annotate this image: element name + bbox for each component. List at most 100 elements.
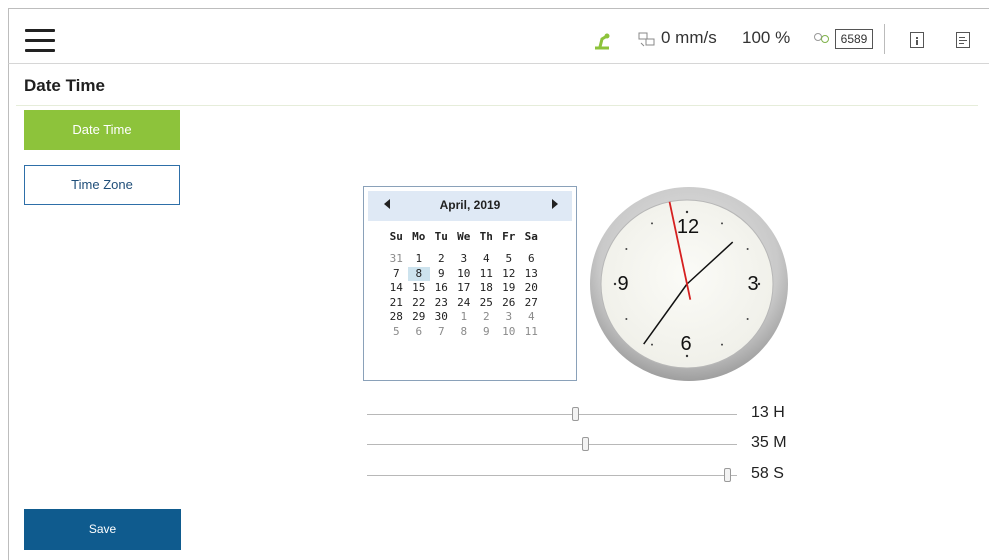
clock-tick [721, 222, 723, 225]
calendar-day[interactable]: 30 [430, 310, 453, 325]
calendar-header: April, 2019 [368, 191, 572, 221]
clock-numeral-3: 3 [747, 273, 758, 295]
calendar-week-row: 21 22 23 24 25 26 27 [385, 296, 543, 311]
clock-tick [746, 318, 749, 320]
calendar-day[interactable]: 12 [498, 267, 521, 282]
clock-numeral-9: 9 [617, 273, 628, 295]
calendar-day[interactable]: 1 [408, 252, 431, 267]
calendar-day[interactable]: 1 [453, 310, 476, 325]
frame-left-border [8, 64, 9, 560]
calendar-day[interactable]: 11 [475, 267, 498, 282]
calendar-day[interactable]: 2 [430, 252, 453, 267]
info-icon[interactable] [910, 32, 924, 48]
calendar-day[interactable]: 6 [520, 252, 543, 267]
weekday-label: We [457, 230, 471, 243]
slider-track[interactable] [367, 444, 737, 445]
calendar-day[interactable]: 3 [453, 252, 476, 267]
log-icon[interactable] [956, 32, 970, 48]
calendar-day[interactable]: 16 [430, 281, 453, 296]
calendar-day[interactable]: 23 [430, 296, 453, 311]
calendar-month-label[interactable]: April, 2019 [368, 198, 572, 212]
clock-tick [625, 318, 628, 320]
calendar-day[interactable]: 2 [475, 310, 498, 325]
nav-time-zone-button[interactable]: Time Zone [24, 165, 180, 205]
calendar-day[interactable]: 21 [385, 296, 408, 311]
calendar-day[interactable]: 31 [385, 252, 408, 267]
calendar-week-row: 5 6 7 8 9 10 11 [385, 325, 543, 340]
calendar-day[interactable]: 15 [408, 281, 431, 296]
clock-tick [625, 248, 628, 250]
calendar-day[interactable]: 19 [498, 281, 521, 296]
weekday-label: Tu [434, 230, 448, 243]
calendar-day[interactable]: 5 [498, 252, 521, 267]
next-month-icon[interactable] [552, 199, 558, 209]
slider-track[interactable] [367, 475, 737, 476]
calendar-day[interactable]: 27 [520, 296, 543, 311]
calendar-day[interactable]: 24 [453, 296, 476, 311]
slider-thumb[interactable] [723, 468, 731, 482]
calendar-day[interactable]: 14 [385, 281, 408, 296]
weekday-label: Sa [524, 230, 538, 243]
calendar-day[interactable]: 7 [430, 325, 453, 340]
calendar-day[interactable]: 13 [520, 267, 543, 282]
analog-clock: 12 3 6 9 [590, 187, 788, 381]
network-icon [814, 33, 829, 43]
calendar-day[interactable]: 25 [475, 296, 498, 311]
calendar-grid: Su Mo Tu We Th Fr Sa 31 1 2 3 4 5 6 7 8 9 10 11 12 13… [385, 230, 543, 339]
save-button[interactable]: Save [24, 509, 181, 550]
clock-tick [746, 248, 749, 250]
slider-track[interactable] [367, 414, 737, 415]
calendar-day[interactable]: 3 [498, 310, 521, 325]
top-bar: 0 mm/s 100 % 6589 [8, 8, 989, 64]
clock-numeral-12: 12 [677, 216, 699, 238]
speed-icon [638, 32, 655, 47]
clock-tick [651, 343, 653, 346]
weekday-label: Mo [412, 230, 426, 243]
calendar-day[interactable]: 20 [520, 281, 543, 296]
slider-thumb[interactable] [582, 437, 590, 451]
calendar-day[interactable]: 5 [385, 325, 408, 340]
calendar-weeks: 31 1 2 3 4 5 6 7 8 9 10 11 12 13 14 15 16 17 18 19 20 21 22 23 2… [385, 252, 543, 339]
calendar-day[interactable]: 28 [385, 310, 408, 325]
calendar-day[interactable]: 4 [475, 252, 498, 267]
counter-box: 6589 [835, 29, 873, 49]
calendar: April, 2019 Su Mo Tu We Th Fr Sa 31 1 2 3 4 5… [363, 186, 577, 381]
slider-value-label: 58 S [751, 465, 784, 482]
calendar-day[interactable]: 8 [453, 325, 476, 340]
topbar-divider [884, 24, 885, 54]
calendar-day[interactable]: 8 [407, 266, 430, 281]
calendar-day[interactable]: 22 [408, 296, 431, 311]
calendar-day[interactable]: 10 [498, 325, 521, 340]
weekday-label: Fr [502, 230, 516, 243]
calendar-week-row: 28 29 30 1 2 3 4 [385, 310, 543, 325]
robot-icon [595, 33, 610, 50]
slider-value-label: 13 H [751, 404, 785, 421]
clock-tick [685, 210, 689, 214]
calendar-day[interactable]: 29 [408, 310, 431, 325]
calendar-day[interactable]: 26 [498, 296, 521, 311]
page-title: Date Time [24, 76, 105, 95]
calendar-day[interactable]: 18 [475, 281, 498, 296]
calendar-day[interactable]: 10 [453, 267, 476, 282]
hamburger-menu-icon[interactable] [25, 29, 55, 53]
clock-tick [721, 343, 723, 346]
slider-thumb[interactable] [572, 407, 580, 421]
weekday-label: Su [389, 230, 403, 243]
calendar-weekday-row: Su Mo Tu We Th Fr Sa [385, 230, 543, 243]
clock-tick [651, 222, 653, 225]
speed-percent-readout: 100 % [742, 28, 791, 47]
calendar-week-row: 7 8 9 10 11 12 13 [385, 266, 543, 282]
calendar-day[interactable]: 6 [408, 325, 431, 340]
calendar-day[interactable]: 11 [520, 325, 543, 340]
title-divider [16, 105, 978, 106]
clock-numeral-6: 6 [680, 333, 691, 355]
speed-readout: 0 mm/s [661, 28, 717, 47]
calendar-day[interactable]: 17 [453, 281, 476, 296]
calendar-week-row: 31 1 2 3 4 5 6 [385, 252, 543, 267]
calendar-day[interactable]: 4 [520, 310, 543, 325]
calendar-day[interactable]: 9 [430, 267, 453, 282]
calendar-day[interactable]: 9 [475, 325, 498, 340]
nav-date-time-button[interactable]: Date Time [24, 110, 180, 150]
calendar-week-row: 14 15 16 17 18 19 20 [385, 281, 543, 296]
calendar-day[interactable]: 7 [385, 267, 408, 282]
